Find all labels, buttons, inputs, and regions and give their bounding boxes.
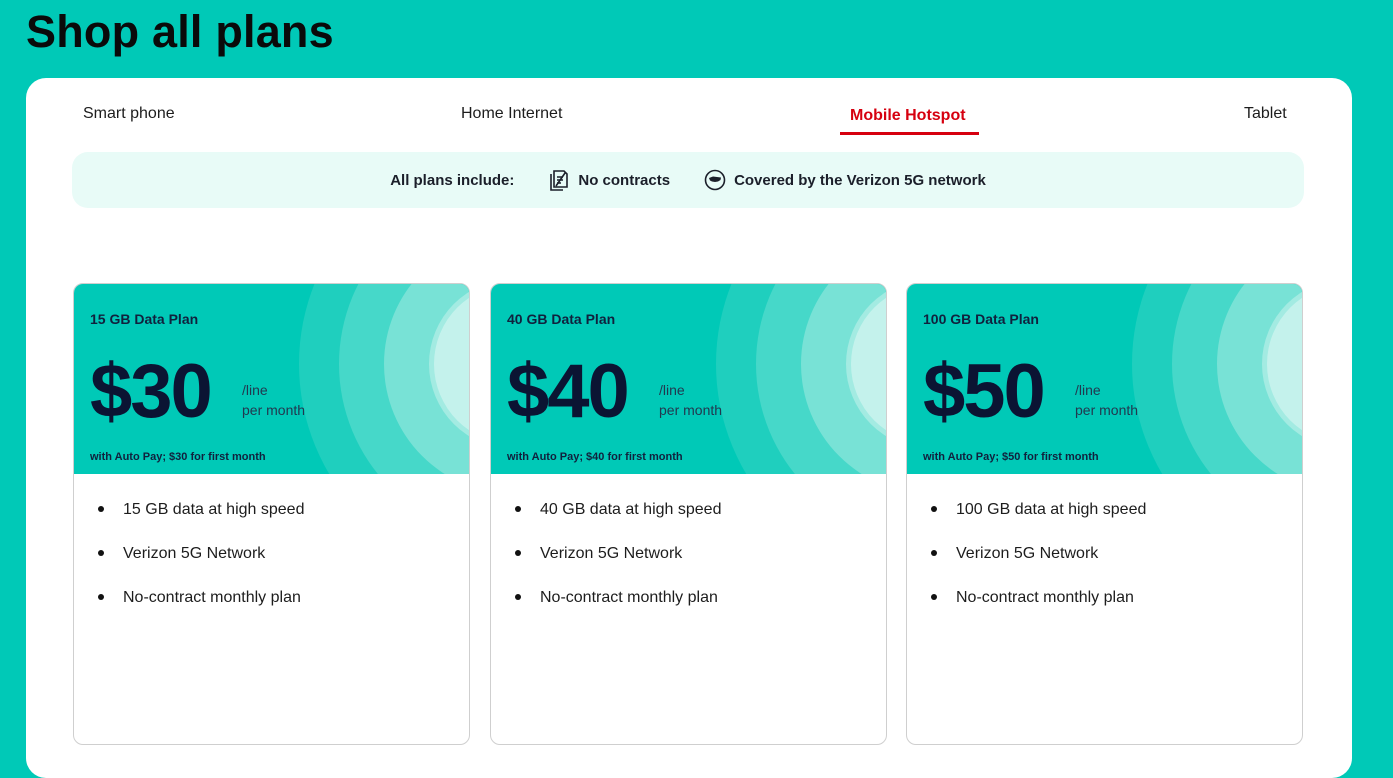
feature-item: Verizon 5G Network xyxy=(931,544,1302,564)
per-line-label: /line xyxy=(242,382,268,398)
autopay-note: with Auto Pay; $30 for first month xyxy=(90,451,266,463)
feature-item: 100 GB data at high speed xyxy=(931,500,1302,520)
per-month-label: per month xyxy=(1075,402,1139,418)
per-month-label: per month xyxy=(242,402,306,418)
plan-price: $50 xyxy=(923,349,1046,434)
feature-item: No-contract monthly plan xyxy=(98,588,469,608)
document-icon xyxy=(548,169,570,191)
autopay-note: with Auto Pay; $50 for first month xyxy=(923,451,1099,463)
feature-item: No-contract monthly plan xyxy=(515,588,886,608)
plan-features: 40 GB data at high speed Verizon 5G Netw… xyxy=(491,474,886,608)
plan-card-40gb[interactable]: 40 GB Data Plan $40 /line per month with… xyxy=(490,283,887,745)
plan-features: 15 GB data at high speed Verizon 5G Netw… xyxy=(74,474,469,608)
tab-smart-phone[interactable]: Smart phone xyxy=(83,105,175,123)
plans-panel: Smart phone Home Internet Mobile Hotspot… xyxy=(26,78,1352,778)
active-tab-indicator xyxy=(840,132,979,135)
autopay-note: with Auto Pay; $40 for first month xyxy=(507,451,683,463)
plan-name: 100 GB Data Plan xyxy=(923,311,1039,327)
feature-item: 40 GB data at high speed xyxy=(515,500,886,520)
per-month-label: per month xyxy=(659,402,723,418)
price-unit: /line per month xyxy=(659,380,722,420)
per-line-label: /line xyxy=(1075,382,1101,398)
plan-features: 100 GB data at high speed Verizon 5G Net… xyxy=(907,474,1302,608)
page-title: Shop all plans xyxy=(26,6,334,57)
include-item-no-contracts: No contracts xyxy=(548,169,670,191)
plan-card-header: 100 GB Data Plan $50 /line per month wit… xyxy=(907,284,1302,474)
plan-price: $30 xyxy=(90,349,213,434)
plan-price: $40 xyxy=(507,349,630,434)
plan-name: 15 GB Data Plan xyxy=(90,311,199,327)
feature-item: Verizon 5G Network xyxy=(98,544,469,564)
usa-map-icon xyxy=(704,169,726,191)
feature-item: 15 GB data at high speed xyxy=(98,500,469,520)
plan-card-100gb[interactable]: 100 GB Data Plan $50 /line per month wit… xyxy=(906,283,1303,745)
include-5g-network-label: Covered by the Verizon 5G network xyxy=(734,171,986,189)
feature-item: No-contract monthly plan xyxy=(931,588,1302,608)
include-no-contracts-label: No contracts xyxy=(578,171,671,189)
plan-name: 40 GB Data Plan xyxy=(507,311,616,327)
price-unit: /line per month xyxy=(242,380,305,420)
tab-mobile-hotspot[interactable]: Mobile Hotspot xyxy=(850,107,966,125)
include-label: All plans include: xyxy=(390,171,515,189)
plan-card-15gb[interactable]: 15 GB Data Plan $30 /line per month with… xyxy=(73,283,470,745)
include-item-5g-network: Covered by the Verizon 5G network xyxy=(704,169,986,191)
per-line-label: /line xyxy=(659,382,685,398)
plan-card-header: 40 GB Data Plan $40 /line per month with… xyxy=(491,284,886,474)
feature-item: Verizon 5G Network xyxy=(515,544,886,564)
plan-tabs: Smart phone Home Internet Mobile Hotspot… xyxy=(26,78,1352,138)
price-unit: /line per month xyxy=(1075,380,1138,420)
tab-home-internet[interactable]: Home Internet xyxy=(461,105,562,123)
plan-card-header: 15 GB Data Plan $30 /line per month with… xyxy=(74,284,469,474)
tab-tablet[interactable]: Tablet xyxy=(1244,105,1287,123)
plans-include-bar: All plans include: No contracts Covered … xyxy=(72,152,1304,208)
